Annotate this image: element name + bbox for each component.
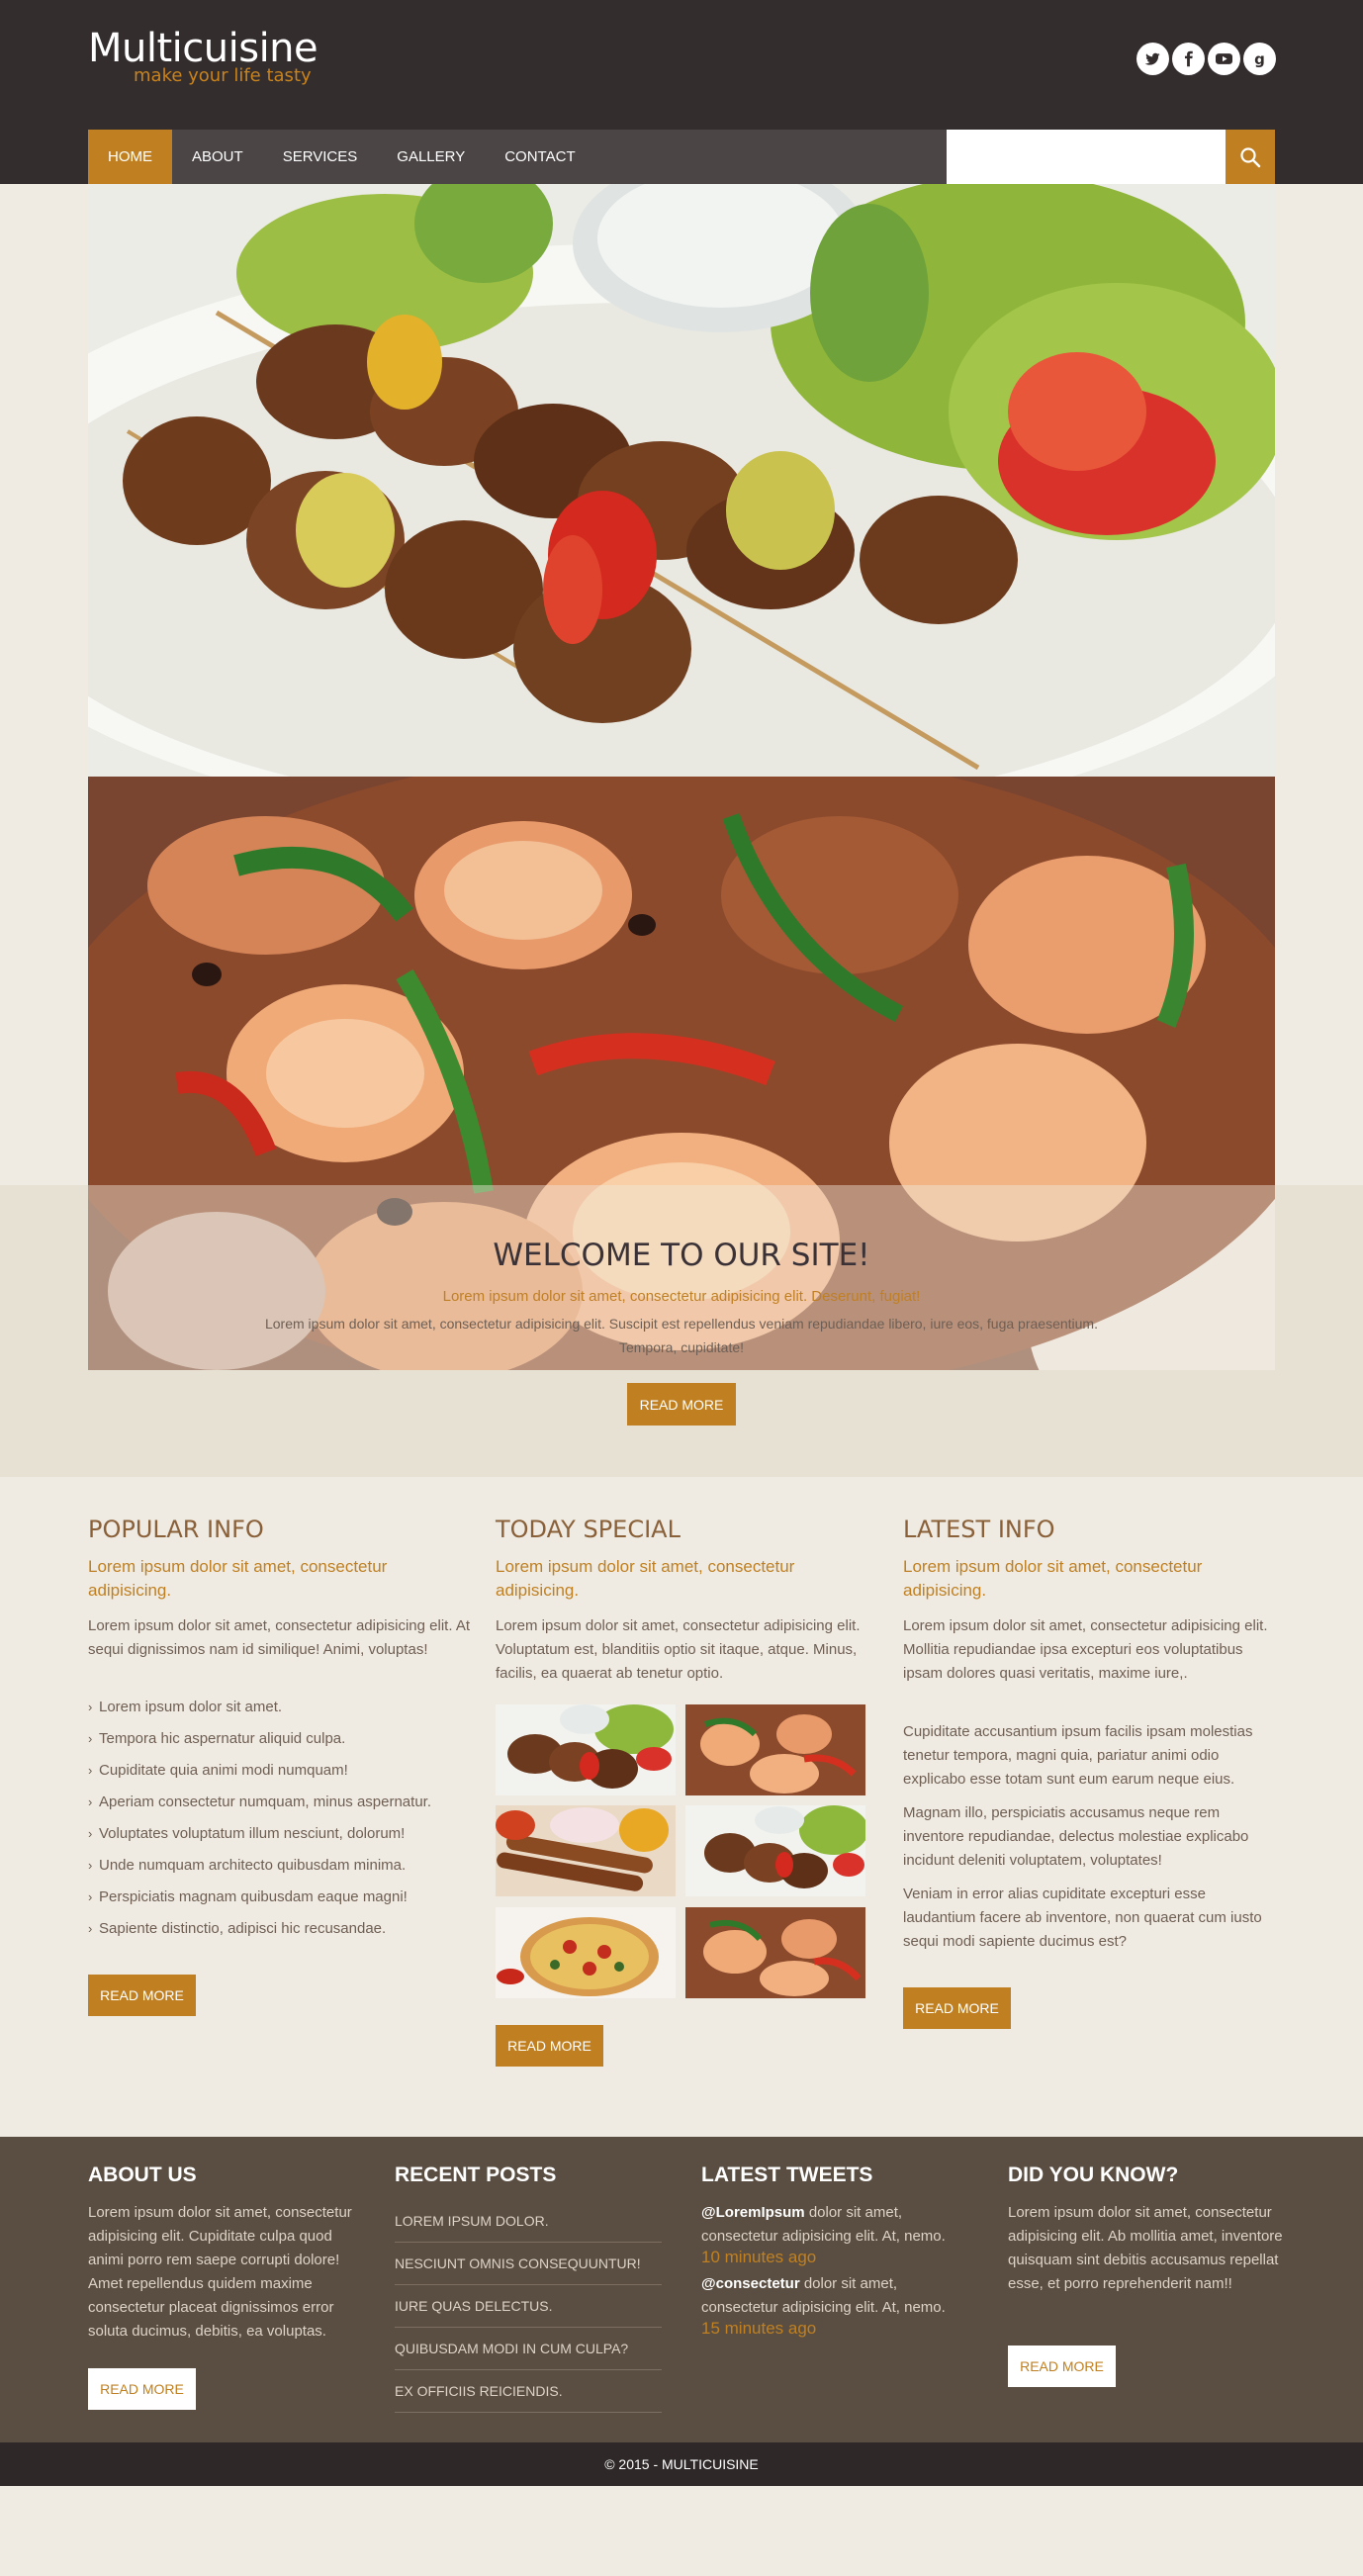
list-item-label: Perspiciatis magnam quibusdam eaque magn… <box>99 1888 408 1905</box>
latest-info-title: LATEST INFO <box>903 1516 1055 1543</box>
search-input[interactable] <box>947 130 1226 184</box>
latest-info-paragraph-2: Cupiditate accusantium ipsum facilis ips… <box>903 1723 1253 1788</box>
search-button[interactable] <box>1226 130 1275 184</box>
popular-info-text: Lorem ipsum dolor sit amet, consectetur … <box>88 1617 471 1658</box>
hero-image-shrimp <box>88 777 1275 1370</box>
chevron-right-icon: › <box>88 1826 93 1841</box>
popular-read-more-button[interactable]: READ MORE <box>88 1975 196 2016</box>
gallery-thumb-grill[interactable] <box>496 1805 676 1896</box>
list-item[interactable]: › Perspiciatis magnam quibusdam eaque mag… <box>88 1887 474 1919</box>
tweet-handle[interactable]: @consectetur <box>701 2275 800 2292</box>
chevron-right-icon: › <box>88 1794 93 1809</box>
latest-info-paragraph-3: Magnam illo, perspiciatis accusamus nequ… <box>903 1804 1249 1869</box>
chevron-right-icon: › <box>88 1921 93 1936</box>
list-item[interactable]: › Unde numquam architecto quibusdam minim… <box>88 1856 474 1887</box>
latest-info-paragraph-1: Lorem ipsum dolor sit amet, consectetur … <box>903 1617 1268 1682</box>
welcome-subtitle: Lorem ipsum dolor sit amet, consectetur … <box>442 1288 921 1305</box>
latest-info-lead[interactable]: Lorem ipsum dolor sit amet, consectetur … <box>903 1555 1279 1603</box>
search-icon <box>1240 146 1261 167</box>
copyright-bar: © 2015 - MULTICUISINE <box>0 2442 1363 2486</box>
tweet-1: @LoremIpsum dolor sit amet, consectetur … <box>701 2201 958 2249</box>
gallery-thumb-pizza[interactable] <box>496 1907 676 1998</box>
today-special-title: TODAY SPECIAL <box>496 1516 681 1543</box>
gallery-thumb-shrimp-2[interactable] <box>685 1907 865 1998</box>
list-item-label: Sapiente distinctio, adipisci hic recusa… <box>99 1920 387 1937</box>
latest-read-more-button[interactable]: READ MORE <box>903 1987 1011 2029</box>
recent-post-item[interactable]: EX OFFICIIS REICIENDIS. <box>395 2370 662 2413</box>
popular-info-title: POPULAR INFO <box>88 1516 264 1543</box>
know-read-more-button[interactable]: READ MORE <box>1008 2346 1116 2387</box>
welcome-title: WELCOME TO OUR SITE! <box>493 1238 870 1273</box>
today-special-text: Lorem ipsum dolor sit amet, consectetur … <box>496 1617 861 1682</box>
about-us-text: Lorem ipsum dolor sit amet, consectetur … <box>88 2204 352 2340</box>
twitter-icon[interactable] <box>1136 43 1169 75</box>
tweet-2: @consectetur dolor sit amet, consectetur… <box>701 2272 958 2320</box>
today-special-lead[interactable]: Lorem ipsum dolor sit amet, consectetur … <box>496 1555 871 1603</box>
special-read-more-button[interactable]: READ MORE <box>496 2025 603 2067</box>
did-you-know-text: Lorem ipsum dolor sit amet, consectetur … <box>1008 2204 1283 2292</box>
latest-info-paragraph-4: Veniam in error alias cupiditate exceptu… <box>903 1886 1262 1950</box>
google-glyph: g <box>1254 49 1265 68</box>
youtube-icon[interactable] <box>1208 43 1240 75</box>
list-item-label: Unde numquam architecto quibusdam minima… <box>99 1857 407 1874</box>
list-item-label: Cupiditate quia animi modi numquam! <box>99 1762 348 1779</box>
list-item[interactable]: › Lorem ipsum dolor sit amet. <box>88 1698 474 1729</box>
popular-info-lead[interactable]: Lorem ipsum dolor sit amet, consectetur … <box>88 1555 474 1603</box>
google-icon[interactable]: g <box>1243 43 1276 75</box>
about-us-title: ABOUT US <box>88 2163 197 2186</box>
recent-posts-title: RECENT POSTS <box>395 2163 557 2186</box>
tweet-handle[interactable]: @LoremIpsum <box>701 2204 805 2221</box>
list-item-label: Lorem ipsum dolor sit amet. <box>99 1699 283 1715</box>
nav-item-about[interactable]: ABOUT <box>172 130 263 184</box>
popular-info-list: › Lorem ipsum dolor sit amet. › Tempora hi… <box>88 1698 474 1951</box>
facebook-icon[interactable] <box>1172 43 1205 75</box>
list-item[interactable]: › Aperiam consectetur numquam, minus aspe… <box>88 1793 474 1824</box>
recent-post-item[interactable]: LOREM IPSUM DOLOR. <box>395 2200 662 2243</box>
recent-post-item[interactable]: QUIBUSDAM MODI IN CUM CULPA? <box>395 2328 662 2370</box>
chevron-right-icon: › <box>88 1731 93 1746</box>
list-item[interactable]: › Sapiente distinctio, adipisci hic recus… <box>88 1919 474 1951</box>
list-item[interactable]: › Voluptates voluptatum illum nesciunt, d… <box>88 1824 474 1856</box>
about-read-more-button[interactable]: READ MORE <box>88 2368 196 2410</box>
chevron-right-icon: › <box>88 1889 93 1904</box>
chevron-right-icon: › <box>88 1700 93 1714</box>
did-you-know-title: DID YOU KNOW? <box>1008 2163 1179 2186</box>
recent-post-item[interactable]: NESCIUNT OMNIS CONSEQUUNTUR! <box>395 2243 662 2285</box>
tweet-time: 10 minutes ago <box>701 2248 817 2266</box>
gallery-thumb-kebab[interactable] <box>496 1704 676 1795</box>
list-item-label: Voluptates voluptatum illum nesciunt, do… <box>99 1825 406 1842</box>
welcome-body: Lorem ipsum dolor sit amet, consectetur … <box>264 1316 1098 1355</box>
welcome-read-more-button[interactable]: READ MORE <box>627 1383 736 1426</box>
list-item[interactable]: › Tempora hic aspernatur aliquid culpa. <box>88 1729 474 1761</box>
chevron-right-icon: › <box>88 1763 93 1778</box>
nav-item-gallery[interactable]: GALLERY <box>377 130 485 184</box>
list-item-label: Tempora hic aspernatur aliquid culpa. <box>99 1730 346 1747</box>
list-item[interactable]: › Cupiditate quia animi modi numquam! <box>88 1761 474 1793</box>
gallery-thumb-shrimp[interactable] <box>685 1704 865 1795</box>
tweet-time: 15 minutes ago <box>701 2319 817 2338</box>
copyright-text: © 2015 - MULTICUISINE <box>604 2456 759 2472</box>
nav-item-services[interactable]: SERVICES <box>263 130 378 184</box>
main-nav: HOME ABOUT SERVICES GALLERY CONTACT <box>88 130 947 184</box>
recent-post-item[interactable]: IURE QUAS DELECTUS. <box>395 2285 662 2328</box>
chevron-right-icon: › <box>88 1858 93 1873</box>
list-item-label: Aperiam consectetur numquam, minus asper… <box>99 1794 431 1810</box>
hero-image-kebab <box>88 184 1275 777</box>
logo-tagline: make your life tasty <box>134 65 312 86</box>
latest-tweets-title: LATEST TWEETS <box>701 2163 873 2186</box>
gallery-thumb-kebab-2[interactable] <box>685 1805 865 1896</box>
nav-item-home[interactable]: HOME <box>88 130 172 184</box>
nav-item-contact[interactable]: CONTACT <box>485 130 594 184</box>
